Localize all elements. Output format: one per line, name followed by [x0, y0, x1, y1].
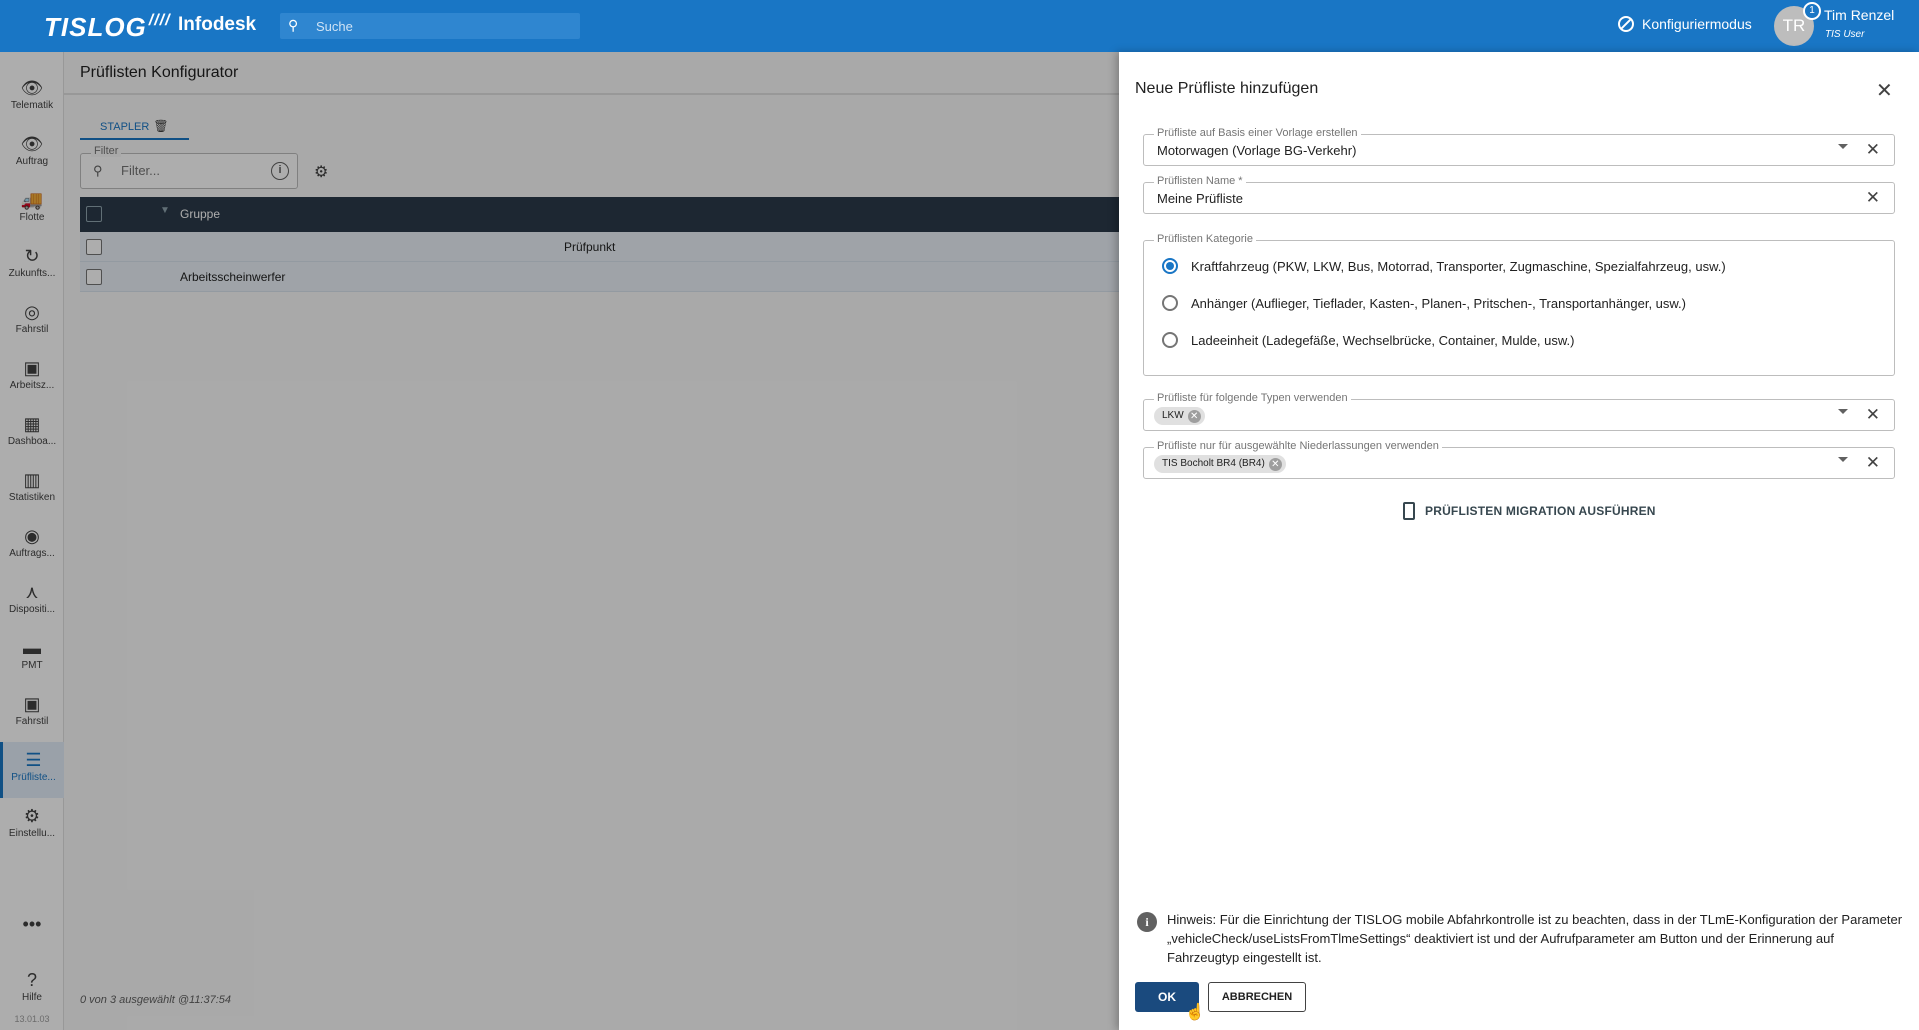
radio-button[interactable]	[1162, 258, 1178, 274]
types-select[interactable]: Prüfliste für folgende Typen verwenden L…	[1143, 392, 1895, 431]
clear-icon[interactable]: ✕	[1866, 453, 1880, 473]
template-label: Prüfliste auf Basis einer Vorlage erstel…	[1154, 127, 1361, 139]
radio-label: Ladeeinheit (Ladegefäße, Wechselbrücke, …	[1191, 332, 1575, 348]
search-bar[interactable]: ⚲	[280, 13, 580, 39]
info-icon: i	[1137, 912, 1157, 932]
name-label: Prüflisten Name *	[1154, 175, 1246, 187]
top-bar: TISLOG//// Infodesk ⚲ Konfiguriermodus T…	[0, 0, 1919, 52]
chip-label: LKW	[1162, 410, 1184, 421]
radio-button[interactable]	[1162, 332, 1178, 348]
hint-text: Hinweis: Für die Einrichtung der TISLOG …	[1167, 912, 1903, 965]
modal-backdrop[interactable]	[0, 52, 1119, 1030]
category-group: Prüflisten Kategorie Kraftfahrzeug (PKW,…	[1143, 233, 1895, 376]
chip-remove-icon[interactable]: ✕	[1268, 457, 1282, 471]
new-checklist-dialog: Neue Prüfliste hinzufügen ✕ Prüfliste au…	[1119, 52, 1919, 1030]
search-icon: ⚲	[288, 17, 299, 33]
radio-label: Anhänger (Auflieger, Tieflader, Kasten-,…	[1191, 295, 1687, 311]
branches-select[interactable]: Prüfliste nur für ausgewählte Niederlass…	[1143, 440, 1895, 479]
category-label: Prüflisten Kategorie	[1154, 233, 1256, 245]
name-value[interactable]: Meine Prüfliste	[1157, 191, 1243, 206]
user-name[interactable]: Tim Renzel	[1824, 7, 1894, 23]
chevron-down-icon[interactable]	[1838, 409, 1848, 414]
template-value: Motorwagen (Vorlage BG-Verkehr)	[1157, 143, 1357, 158]
config-mode-label: Konfiguriermodus	[1642, 16, 1752, 32]
chevron-down-icon[interactable]	[1838, 144, 1848, 149]
tislog-logo[interactable]: TISLOG////	[44, 12, 171, 43]
config-mode-button[interactable]: Konfiguriermodus	[1618, 16, 1752, 32]
types-label: Prüfliste für folgende Typen verwenden	[1154, 392, 1351, 404]
search-input[interactable]	[316, 17, 571, 35]
close-icon[interactable]: ✕	[1876, 78, 1893, 103]
branch-chip: TIS Bocholt BR4 (BR4) ✕	[1154, 455, 1286, 473]
clear-icon[interactable]: ✕	[1866, 140, 1880, 160]
category-option-kraftfahrzeug[interactable]: Kraftfahrzeug (PKW, LKW, Bus, Motorrad, …	[1162, 258, 1726, 274]
name-field[interactable]: Prüflisten Name * Meine Prüfliste ✕	[1143, 175, 1895, 214]
type-chip: LKW ✕	[1154, 407, 1205, 425]
template-select[interactable]: Prüfliste auf Basis einer Vorlage erstel…	[1143, 127, 1895, 166]
branches-label: Prüfliste nur für ausgewählte Niederlass…	[1154, 440, 1442, 452]
notification-badge: 1	[1803, 2, 1821, 20]
category-option-anhaenger[interactable]: Anhänger (Auflieger, Tieflader, Kasten-,…	[1162, 295, 1686, 311]
migration-button[interactable]: PRÜFLISTEN MIGRATION AUSFÜHREN	[1403, 502, 1656, 520]
migration-label: PRÜFLISTEN MIGRATION AUSFÜHREN	[1425, 504, 1656, 518]
user-role: TIS User	[1825, 29, 1865, 40]
category-option-ladeeinheit[interactable]: Ladeeinheit (Ladegefäße, Wechselbrücke, …	[1162, 332, 1575, 348]
radio-label: Kraftfahrzeug (PKW, LKW, Bus, Motorrad, …	[1191, 258, 1726, 274]
block-icon	[1618, 16, 1634, 32]
clear-icon[interactable]: ✕	[1866, 188, 1880, 208]
chip-remove-icon[interactable]: ✕	[1187, 409, 1201, 423]
chevron-down-icon[interactable]	[1838, 457, 1848, 462]
cursor-icon: ☝	[1185, 1004, 1205, 1021]
phone-icon	[1403, 502, 1415, 520]
radio-button[interactable]	[1162, 295, 1178, 311]
clear-icon[interactable]: ✕	[1866, 405, 1880, 425]
chip-label: TIS Bocholt BR4 (BR4)	[1162, 458, 1265, 469]
app-name: Infodesk	[178, 14, 257, 35]
dialog-title: Neue Prüfliste hinzufügen	[1135, 80, 1319, 97]
cancel-button[interactable]: ABBRECHEN	[1208, 982, 1306, 1012]
